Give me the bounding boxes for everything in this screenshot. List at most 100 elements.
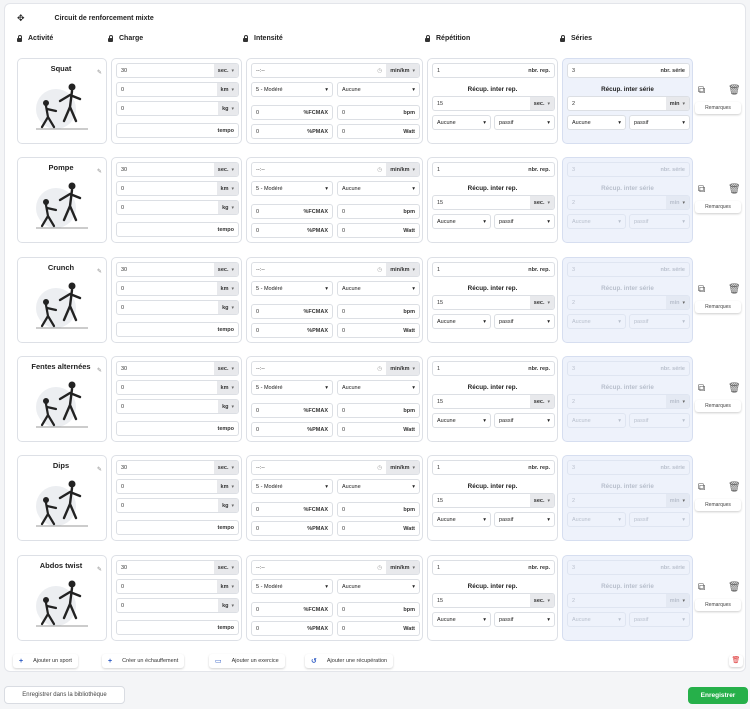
weight-field[interactable]: 0 kg ▾ <box>116 300 239 315</box>
remarks-button[interactable]: Remarques <box>695 301 741 313</box>
series-recovery-field[interactable]: 2 min ▾ <box>567 96 690 111</box>
activity-card[interactable]: Dips ✎ <box>17 455 107 541</box>
duration-field[interactable]: 30 sec. ▾ <box>116 262 239 277</box>
series-recovery-type-select[interactable]: Aucune ▾ <box>567 214 626 229</box>
pace-field[interactable]: --:-- ◷ min/km ▾ <box>251 162 420 177</box>
duration-field[interactable]: 30 sec. ▾ <box>116 361 239 376</box>
pace-field[interactable]: --:-- ◷ min/km ▾ <box>251 262 420 277</box>
intensity-level-select[interactable]: 5 - Modéré ▾ <box>251 579 333 594</box>
rep-recovery-unit-select[interactable]: sec. ▾ <box>529 97 554 110</box>
series-recovery-unit-select[interactable]: min ▾ <box>665 196 689 209</box>
trash-icon[interactable]: 🗑 <box>728 383 741 394</box>
weight-unit-select[interactable]: kg ▾ <box>218 499 238 512</box>
duration-field[interactable]: 30 sec. ▾ <box>116 460 239 475</box>
rep-recovery-unit-select[interactable]: sec. ▾ <box>529 196 554 209</box>
bpm-field[interactable]: 0 bpm <box>337 105 420 120</box>
trash-icon[interactable]: 🗑 <box>728 284 741 295</box>
distance-field[interactable]: 0 km ▾ <box>116 281 239 296</box>
series-recovery-unit-select[interactable]: min ▾ <box>665 296 689 309</box>
distance-unit-select[interactable]: km ▾ <box>216 580 238 593</box>
watt-field[interactable]: 0 Watt <box>337 422 420 437</box>
activity-card[interactable]: Crunch ✎ <box>17 257 107 343</box>
pencil-icon[interactable]: ✎ <box>97 268 102 275</box>
rep-recovery-type-select[interactable]: Aucune ▾ <box>432 413 491 428</box>
pencil-icon[interactable]: ✎ <box>97 69 102 76</box>
distance-field[interactable]: 0 km ▾ <box>116 82 239 97</box>
pencil-icon[interactable]: ✎ <box>97 466 102 473</box>
weight-unit-select[interactable]: kg ▾ <box>218 599 238 612</box>
move-icon[interactable]: ✥ <box>17 13 25 24</box>
watt-field[interactable]: 0 Watt <box>337 124 420 139</box>
intensity-level-select[interactable]: 5 - Modéré ▾ <box>251 82 333 97</box>
pace-unit-select[interactable]: min/km ▾ <box>386 362 419 375</box>
rep-recovery-field[interactable]: 15 sec. ▾ <box>432 195 555 210</box>
duration-unit-select[interactable]: sec. ▾ <box>213 561 238 574</box>
tempo-field[interactable]: tempo <box>116 421 239 436</box>
intensity-zone-select[interactable]: Aucune ▾ <box>337 380 420 395</box>
add-sport-button[interactable]: + Ajouter un sport <box>13 654 78 668</box>
series-count-field[interactable]: 3 nbr. série <box>567 361 690 376</box>
pace-unit-select[interactable]: min/km ▾ <box>386 163 419 176</box>
rep-recovery-field[interactable]: 15 sec. ▾ <box>432 593 555 608</box>
lock-icon[interactable] <box>560 34 565 42</box>
activity-card[interactable]: Pompe ✎ <box>17 157 107 243</box>
lock-icon[interactable] <box>243 34 248 42</box>
rep-recovery-type-select[interactable]: Aucune ▾ <box>432 314 491 329</box>
intensity-zone-select[interactable]: Aucune ▾ <box>337 579 420 594</box>
reps-field[interactable]: 1 nbr. rep. <box>432 162 555 177</box>
copy-icon[interactable]: ⧉ <box>698 482 705 493</box>
duration-unit-select[interactable]: sec. ▾ <box>213 163 238 176</box>
distance-field[interactable]: 0 km ▾ <box>116 579 239 594</box>
fcmax-field[interactable]: 0 %FCMAX <box>251 403 333 418</box>
series-recovery-type-select[interactable]: Aucune ▾ <box>567 512 626 527</box>
fcmax-field[interactable]: 0 %FCMAX <box>251 105 333 120</box>
tempo-field[interactable]: tempo <box>116 520 239 535</box>
pace-unit-select[interactable]: min/km ▾ <box>386 263 419 276</box>
pace-unit-select[interactable]: min/km ▾ <box>386 561 419 574</box>
weight-unit-select[interactable]: kg ▾ <box>218 301 238 314</box>
watt-field[interactable]: 0 Watt <box>337 323 420 338</box>
distance-field[interactable]: 0 km ▾ <box>116 479 239 494</box>
intensity-zone-select[interactable]: Aucune ▾ <box>337 479 420 494</box>
rep-recovery-field[interactable]: 15 sec. ▾ <box>432 493 555 508</box>
pmax-field[interactable]: 0 %PMAX <box>251 223 333 238</box>
distance-unit-select[interactable]: km ▾ <box>216 282 238 295</box>
weight-unit-select[interactable]: kg ▾ <box>218 201 238 214</box>
lock-icon[interactable] <box>108 34 113 42</box>
series-recovery-mode-select[interactable]: passif ▾ <box>629 612 690 627</box>
distance-unit-select[interactable]: km ▾ <box>216 480 238 493</box>
series-count-field[interactable]: 3 nbr. série <box>567 162 690 177</box>
pencil-icon[interactable]: ✎ <box>97 367 102 374</box>
duration-field[interactable]: 30 sec. ▾ <box>116 162 239 177</box>
duration-unit-select[interactable]: sec. ▾ <box>213 263 238 276</box>
tempo-field[interactable]: tempo <box>116 620 239 635</box>
weight-field[interactable]: 0 kg ▾ <box>116 498 239 513</box>
add-exercise-button[interactable]: ▭ Ajouter un exercice <box>209 654 285 668</box>
pace-field[interactable]: --:-- ◷ min/km ▾ <box>251 63 420 78</box>
distance-field[interactable]: 0 km ▾ <box>116 181 239 196</box>
watt-field[interactable]: 0 Watt <box>337 521 420 536</box>
lock-icon[interactable] <box>17 34 22 42</box>
activity-card[interactable]: Squat ✎ <box>17 58 107 144</box>
activity-card[interactable]: Abdos twist ✎ <box>17 555 107 641</box>
weight-unit-select[interactable]: kg ▾ <box>218 400 238 413</box>
copy-icon[interactable]: ⧉ <box>698 184 705 195</box>
intensity-zone-select[interactable]: Aucune ▾ <box>337 181 420 196</box>
copy-icon[interactable]: ⧉ <box>698 85 705 96</box>
pace-field[interactable]: --:-- ◷ min/km ▾ <box>251 361 420 376</box>
series-recovery-unit-select[interactable]: min ▾ <box>665 97 689 110</box>
intensity-level-select[interactable]: 5 - Modéré ▾ <box>251 181 333 196</box>
intensity-level-select[interactable]: 5 - Modéré ▾ <box>251 479 333 494</box>
rep-recovery-type-select[interactable]: Aucune ▾ <box>432 512 491 527</box>
rep-recovery-unit-select[interactable]: sec. ▾ <box>529 594 554 607</box>
series-recovery-mode-select[interactable]: passif ▾ <box>629 413 690 428</box>
bpm-field[interactable]: 0 bpm <box>337 502 420 517</box>
lock-icon[interactable] <box>425 34 430 42</box>
save-button[interactable]: Enregistrer <box>688 687 748 704</box>
bpm-field[interactable]: 0 bpm <box>337 602 420 617</box>
series-count-field[interactable]: 3 nbr. série <box>567 460 690 475</box>
bpm-field[interactable]: 0 bpm <box>337 304 420 319</box>
weight-field[interactable]: 0 kg ▾ <box>116 399 239 414</box>
copy-icon[interactable]: ⧉ <box>698 284 705 295</box>
series-recovery-unit-select[interactable]: min ▾ <box>665 594 689 607</box>
